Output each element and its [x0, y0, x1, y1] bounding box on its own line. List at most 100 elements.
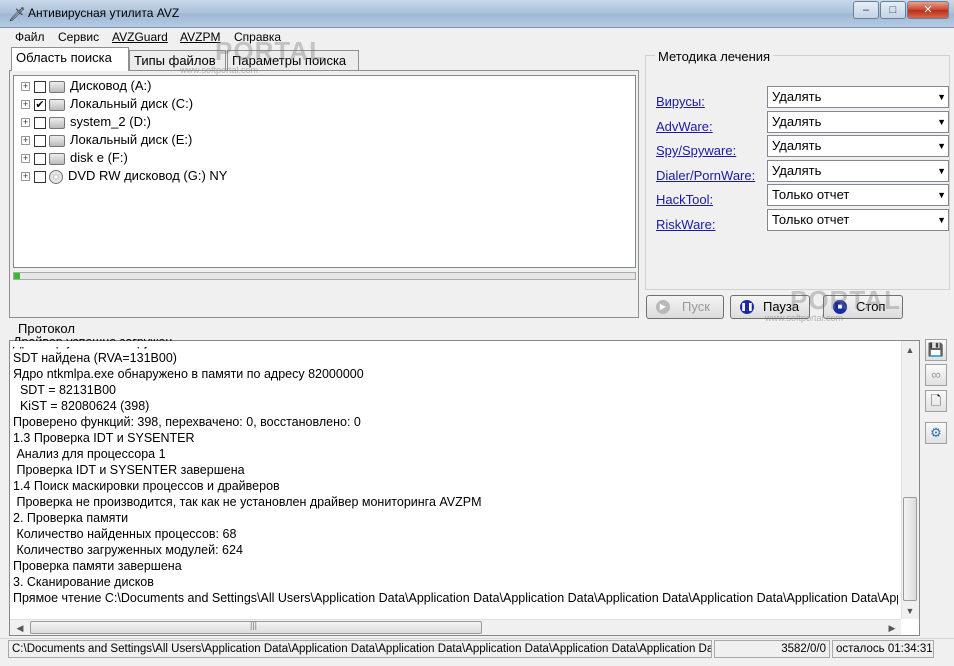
drive-item[interactable]: + Дисковод (A:)	[21, 77, 621, 95]
drive-list: + Дисковод (A:) + ✔ Локальный диск (C:) + syst…	[21, 77, 621, 185]
cure-method-value: Только отчет	[772, 187, 850, 202]
dvd-drive-icon	[49, 169, 63, 184]
floppy-drive-icon	[49, 80, 65, 93]
menu-file[interactable]: Файл	[15, 30, 45, 44]
expand-icon[interactable]: +	[21, 118, 30, 128]
log-line: 1.3 Проверка IDT и SYSENTER	[13, 431, 195, 445]
hard-drive-icon	[49, 134, 65, 147]
log-line: Проверка не производится, так как не уст…	[13, 495, 482, 509]
chevron-down-icon: ▼	[937, 92, 946, 102]
scroll-right-arrow[interactable]: ▶	[884, 620, 900, 636]
expand-icon[interactable]: +	[21, 82, 30, 92]
tab-search-params[interactable]: Параметры поиска	[227, 50, 359, 70]
scroll-down-arrow[interactable]: ▼	[902, 603, 918, 619]
windows-drive-icon	[49, 98, 65, 111]
cure-method-select[interactable]: Только отчет ▼	[767, 208, 949, 231]
stop-label: Стоп	[856, 299, 886, 314]
cure-method-value: Только отчет	[772, 211, 850, 227]
hard-drive-icon	[49, 152, 65, 165]
expand-icon[interactable]: +	[21, 136, 30, 146]
drive-item[interactable]: + DVD RW дисковод (G:) NY	[21, 167, 621, 185]
cure-label-link[interactable]: Вирусы:	[656, 94, 705, 109]
cure-method-select[interactable]: Только отчет ▼	[767, 184, 949, 206]
drive-checkbox[interactable]: ✔	[34, 98, 46, 111]
network-icon[interactable]: ⚙	[925, 422, 947, 444]
start-button[interactable]: ▶ Пуск	[646, 295, 724, 319]
play-icon: ▶	[656, 300, 670, 314]
save-log-icon[interactable]: 💾	[925, 339, 947, 361]
log-line: SDT найдена (RVA=131B00)	[13, 351, 177, 365]
chevron-down-icon: ▼	[937, 214, 946, 225]
tab-file-types[interactable]: Типы файлов	[129, 50, 226, 70]
cure-label-link[interactable]: Spy/Spyware:	[656, 143, 736, 158]
menu-help[interactable]: Справка	[234, 30, 281, 44]
close-button[interactable]: ✕	[907, 1, 949, 19]
pause-icon: ❚❚	[740, 300, 754, 314]
status-count: 3582/0/0	[714, 640, 830, 658]
log-line: Анализ для процессора 1	[13, 447, 166, 461]
cure-method-select[interactable]: Удалять ▼	[767, 110, 949, 133]
drive-item[interactable]: + system_2 (D:)	[21, 113, 621, 131]
tab-search-area[interactable]: Область поиска	[11, 47, 129, 71]
log-line: Ядро ntkmlpa.exe обнаружено в памяти по …	[13, 367, 364, 381]
drive-checkbox[interactable]	[34, 80, 46, 93]
app-icon: 🗡	[8, 6, 26, 22]
start-label: Пуск	[682, 299, 710, 314]
chevron-down-icon: ▼	[937, 190, 946, 200]
cure-method-select[interactable]: Удалять ▼	[767, 159, 949, 182]
cure-method-value: Удалять	[772, 89, 822, 104]
drive-label: Дисковод (A:)	[70, 78, 152, 93]
scan-progress-bar	[13, 272, 636, 280]
stop-button[interactable]: ■ Стоп	[823, 295, 903, 319]
chevron-down-icon: ▼	[937, 165, 946, 176]
glasses-icon[interactable]: ∞	[925, 364, 947, 386]
cure-label-link[interactable]: HackTool:	[656, 192, 713, 207]
vertical-scroll-thumb[interactable]	[903, 497, 917, 601]
cure-method-select[interactable]: Удалять ▼	[767, 86, 949, 108]
menu-avzpm[interactable]: AVZPM	[180, 30, 220, 44]
expand-icon[interactable]: +	[21, 154, 30, 164]
log-text: Драйвер успешно загруженSDT найдена (RVA…	[13, 334, 898, 617]
drive-label: disk e (F:)	[70, 150, 128, 165]
drive-checkbox[interactable]	[34, 152, 46, 165]
chevron-down-icon: ▼	[937, 141, 946, 151]
log-line: SDT = 82131B00	[13, 383, 116, 397]
log-line: Количество загруженных модулей: 624	[13, 543, 243, 557]
status-remaining: осталось 01:34:31	[832, 640, 934, 658]
chevron-down-icon: ▼	[937, 116, 946, 127]
minimize-button[interactable]: ‒	[853, 1, 879, 19]
log-line: Прямое чтение C:\Documents and Settings\…	[13, 591, 898, 605]
expand-icon[interactable]: +	[21, 172, 30, 182]
drive-item[interactable]: + ✔ Локальный диск (C:)	[21, 95, 621, 113]
log-line: 1.4 Поиск маскировки процессов и драйвер…	[13, 479, 280, 493]
drive-checkbox[interactable]	[34, 134, 46, 147]
cure-method-value: Удалять	[772, 138, 822, 153]
drive-label: system_2 (D:)	[70, 114, 151, 129]
scroll-left-arrow[interactable]: ◀	[12, 620, 28, 636]
log-line: 2. Проверка памяти	[13, 511, 129, 525]
menu-avzguard[interactable]: AVZGuard	[112, 30, 168, 44]
cure-method-value: Удалять	[772, 113, 822, 129]
drive-item[interactable]: + Локальный диск (E:)	[21, 131, 621, 149]
cure-label-link[interactable]: Dialer/PornWare:	[656, 168, 755, 183]
log-line: 3. Сканирование дисков	[13, 575, 154, 589]
log-line: Количество найденных процессов: 68	[13, 527, 237, 541]
cure-method-title: Методика лечения	[655, 49, 774, 64]
cure-label-link[interactable]: RiskWare:	[656, 217, 715, 232]
drive-checkbox[interactable]	[34, 170, 46, 183]
pause-label: Пауза	[763, 299, 800, 314]
status-path: C:\Documents and Settings\All Users\Appl…	[8, 640, 712, 658]
cure-method-select[interactable]: Удалять ▼	[767, 135, 949, 157]
maximize-button[interactable]: □	[880, 1, 906, 19]
cure-label-link[interactable]: AdvWare:	[656, 119, 713, 134]
document-icon[interactable]: 🗋	[925, 390, 947, 412]
drive-item[interactable]: + disk e (F:)	[21, 149, 621, 167]
pause-button[interactable]: ❚❚ Пауза	[730, 295, 810, 319]
menu-service[interactable]: Сервис	[58, 30, 99, 44]
expand-icon[interactable]: +	[21, 100, 30, 110]
scroll-grip-icon: |||	[250, 620, 258, 630]
drive-checkbox[interactable]	[34, 116, 46, 129]
log-line: KiST = 82080624 (398)	[13, 399, 150, 413]
drive-label: Локальный диск (C:)	[70, 96, 194, 111]
scroll-up-arrow[interactable]: ▲	[902, 342, 918, 358]
